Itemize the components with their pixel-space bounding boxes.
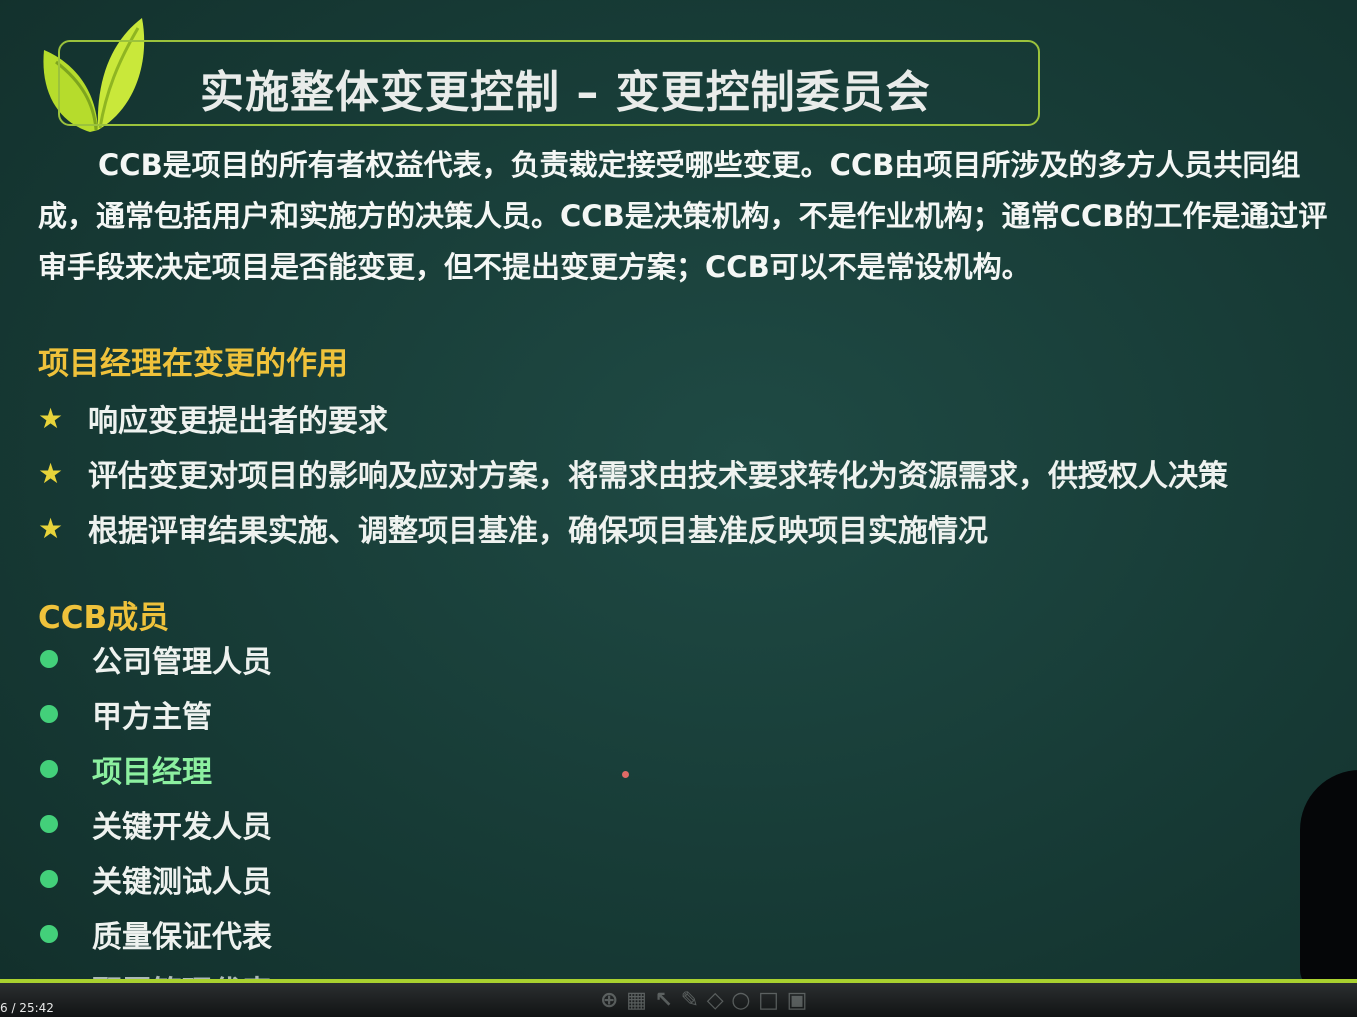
green-dot-icon <box>40 760 58 778</box>
green-dot-icon <box>40 705 58 723</box>
presenter-silhouette <box>1300 770 1357 990</box>
ccb-member: 关键开发人员 <box>92 810 272 845</box>
playback-time: 6 / 25:42 <box>0 1001 54 1015</box>
green-dot-icon <box>40 925 58 943</box>
pointer-dot <box>622 771 629 778</box>
progress-bar[interactable] <box>0 979 1357 983</box>
list-item: ★ 评估变更对项目的影响及应对方案，将需求由技术要求转化为资源需求，供授权人决策 <box>38 451 1228 495</box>
green-dot-icon <box>40 870 58 888</box>
list-item: 甲方主管 <box>38 692 212 736</box>
star-icon: ★ <box>38 401 64 435</box>
pm-role-item: 根据评审结果实施、调整项目基准，确保项目基准反映项目实施情况 <box>88 514 988 549</box>
list-item: ★ 根据评审结果实施、调整项目基准，确保项目基准反映项目实施情况 <box>38 506 988 550</box>
list-item: ★ 响应变更提出者的要求 <box>38 396 388 440</box>
ccb-member: 公司管理人员 <box>92 645 272 680</box>
toolbar-ghost-icons: ⊕ ▦ ↖ ✎ ◇ ○ □ ▣ <box>600 988 808 1013</box>
list-item: 关键开发人员 <box>38 802 272 846</box>
star-icon: ★ <box>38 456 64 490</box>
ccb-member: 项目经理 <box>92 755 212 790</box>
list-item: 质量保证代表 <box>38 912 272 956</box>
intro-paragraph: CCB是项目的所有者权益代表，负责裁定接受哪些变更。CCB由项目所涉及的多方人员… <box>38 148 1328 284</box>
star-icon: ★ <box>38 511 64 545</box>
ccb-member: 质量保证代表 <box>92 920 272 955</box>
pm-role-item: 响应变更提出者的要求 <box>88 404 388 439</box>
ccb-member: 甲方主管 <box>92 700 212 735</box>
pm-role-heading: 项目经理在变更的作用 <box>38 346 348 382</box>
list-item: 项目经理 <box>38 747 212 791</box>
slide-title: 实施整体变更控制 – 变更控制委员会 <box>200 67 931 118</box>
green-dot-icon <box>40 650 58 668</box>
green-dot-icon <box>40 815 58 833</box>
ccb-members-heading: CCB成员 <box>38 600 170 636</box>
list-item: 公司管理人员 <box>38 637 272 681</box>
list-item: 关键测试人员 <box>38 857 272 901</box>
ccb-member: 关键测试人员 <box>92 865 272 900</box>
pm-role-item: 评估变更对项目的影响及应对方案，将需求由技术要求转化为资源需求，供授权人决策 <box>88 459 1228 494</box>
